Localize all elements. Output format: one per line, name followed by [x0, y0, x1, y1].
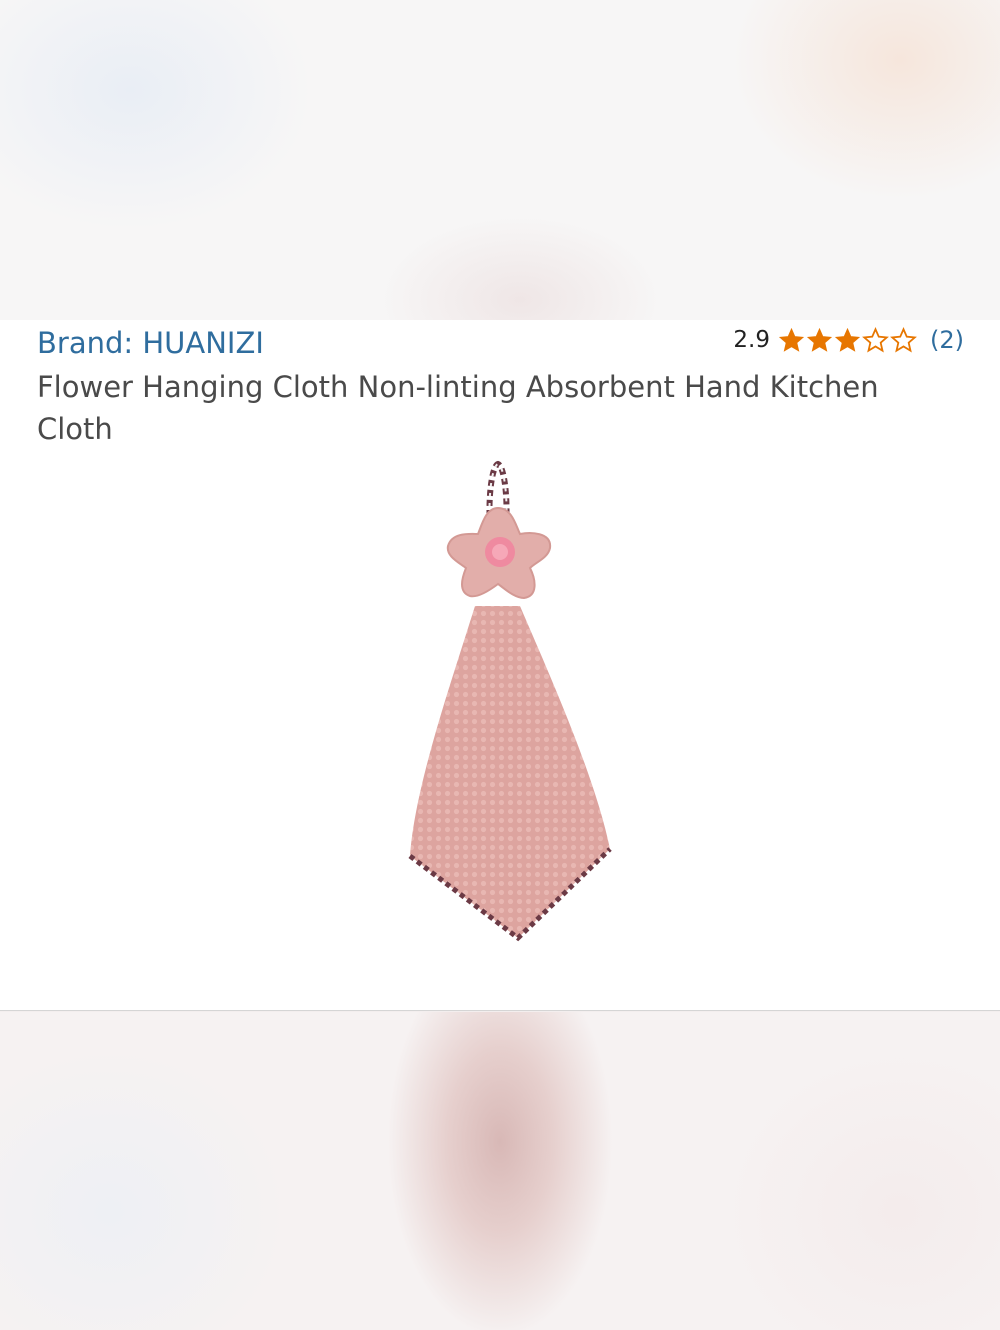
star-shape — [778, 327, 805, 352]
rating-summary[interactable]: 2.9 (2) — [733, 326, 964, 354]
product-card[interactable]: Brand: HUANIZI 2.9 (2) Flower Hanging Cl… — [0, 320, 1000, 1011]
star-icon — [862, 326, 889, 352]
star-rating — [778, 326, 918, 354]
product-title[interactable]: Flower Hanging Cloth Non-linting Absorbe… — [37, 366, 937, 450]
star-icon — [890, 326, 917, 352]
star-shape — [862, 326, 889, 352]
blurred-background-bottom — [0, 1012, 1000, 1330]
towel-body — [408, 606, 612, 942]
product-image[interactable] — [380, 456, 620, 956]
rating-value: 2.9 — [733, 327, 770, 353]
review-count-link[interactable]: (2) — [930, 326, 964, 354]
star-shape — [806, 327, 833, 352]
star-shape — [834, 327, 861, 352]
star-icon — [834, 327, 861, 352]
star-icon — [806, 327, 833, 352]
star-shape — [890, 326, 917, 352]
blurred-background-top — [0, 0, 1000, 320]
star-icon — [778, 327, 805, 352]
flower-decoration — [446, 506, 552, 600]
brand-link[interactable]: Brand: HUANIZI — [37, 326, 264, 360]
